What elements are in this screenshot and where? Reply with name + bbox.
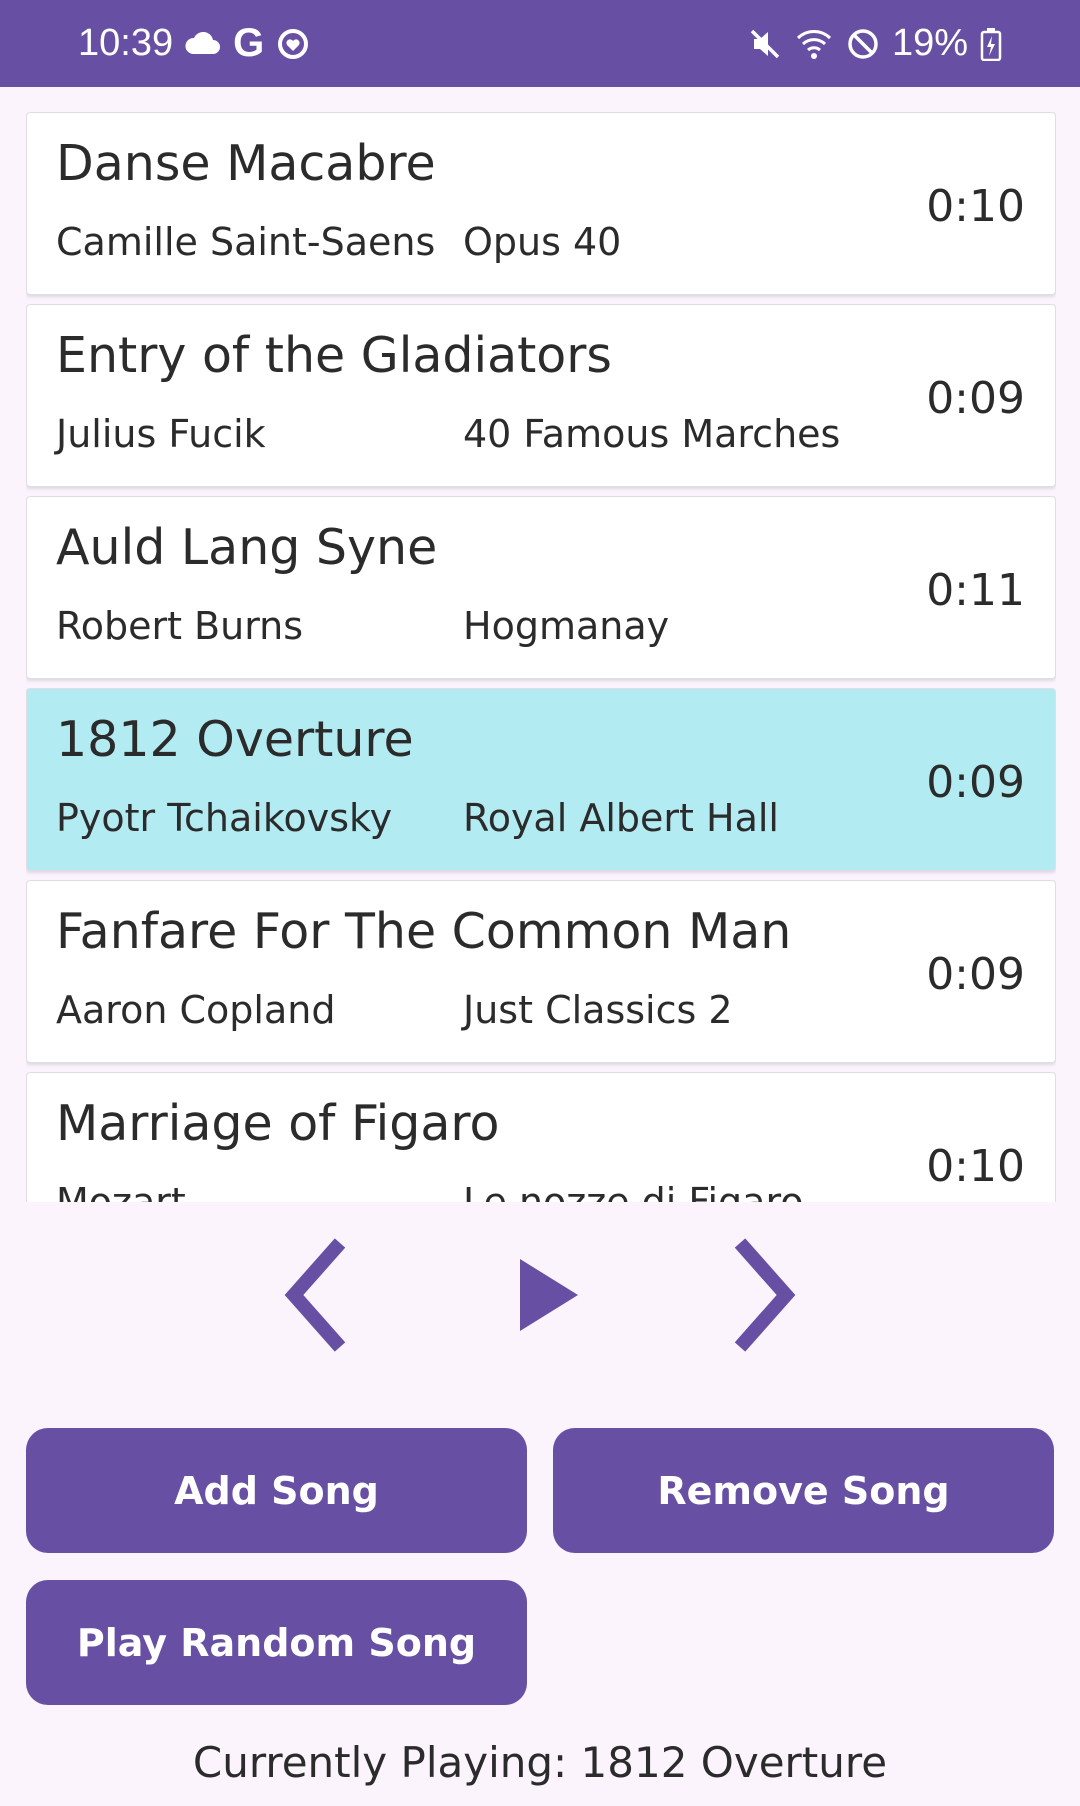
song-row[interactable]: Danse Macabre Camille Saint-Saens Opus 40 0…	[26, 112, 1056, 295]
song-album: Hogmanay	[463, 604, 670, 648]
battery-charging-icon	[980, 27, 1002, 61]
song-artist: Julius Fucik	[56, 412, 266, 456]
song-list[interactable]: Danse Macabre Camille Saint-Saens Opus 40 0…	[26, 112, 1056, 1202]
song-artist: Aaron Copland	[56, 988, 336, 1032]
song-title: Auld Lang Syne	[56, 519, 438, 576]
song-artist: Robert Burns	[56, 604, 304, 648]
song-row[interactable]: 1812 Overture Pyotr Tchaikovsky Royal Albe…	[26, 688, 1056, 871]
song-duration: 0:09	[926, 373, 1025, 424]
song-row[interactable]: Entry of the Gladiators Julius Fucik 40 Fa…	[26, 304, 1056, 487]
play-button[interactable]	[487, 1230, 607, 1360]
status-time: 10:39	[78, 22, 174, 64]
status-right: 19%	[748, 22, 1002, 65]
play-random-song-button[interactable]: Play Random Song	[26, 1580, 527, 1705]
song-duration: 0:10	[926, 1141, 1025, 1192]
song-artist: Camille Saint-Saens	[56, 220, 436, 264]
song-duration: 0:11	[926, 565, 1025, 616]
song-title: Marriage of Figaro	[56, 1095, 500, 1152]
do-not-disturb-icon	[846, 27, 880, 61]
song-row[interactable]: Fanfare For The Common Man Aaron Copland J…	[26, 880, 1056, 1063]
play-icon	[520, 1259, 578, 1331]
status-left: 10:39 G	[78, 21, 310, 66]
song-album: Opus 40	[463, 220, 622, 264]
chevron-left-icon	[284, 1238, 346, 1352]
song-album: 40 Famous Marches	[463, 412, 841, 456]
song-row[interactable]: Marriage of Figaro Mozart Le nozze di Figa…	[26, 1072, 1056, 1202]
battery-text: 19%	[891, 22, 968, 64]
mute-icon	[748, 27, 782, 61]
status-bar: 10:39 G 19%	[0, 0, 1080, 87]
song-row[interactable]: Auld Lang Syne Robert Burns Hogmanay 0:11	[26, 496, 1056, 679]
song-duration: 0:09	[926, 757, 1025, 808]
song-title: 1812 Overture	[56, 711, 414, 768]
chevron-right-icon	[734, 1238, 796, 1352]
song-duration: 0:10	[926, 181, 1025, 232]
player-controls	[0, 1230, 1080, 1360]
previous-button[interactable]	[260, 1230, 380, 1360]
song-artist: Pyotr Tchaikovsky	[56, 796, 393, 840]
song-album: Just Classics 2	[463, 988, 733, 1032]
cloud-icon	[185, 31, 221, 56]
song-duration: 0:09	[926, 949, 1025, 1000]
song-artist: Mozart	[56, 1180, 186, 1202]
song-title: Fanfare For The Common Man	[56, 903, 792, 960]
app-notification-icon	[276, 27, 310, 61]
next-button[interactable]	[700, 1230, 820, 1360]
song-album: Le nozze di Figaro	[463, 1180, 804, 1202]
remove-song-button[interactable]: Remove Song	[553, 1428, 1054, 1553]
wifi-icon	[794, 28, 834, 60]
song-title: Entry of the Gladiators	[56, 327, 612, 384]
google-icon: G	[233, 21, 265, 65]
song-album: Royal Albert Hall	[463, 796, 779, 840]
add-song-button[interactable]: Add Song	[26, 1428, 527, 1553]
currently-playing-label: Currently Playing: 1812 Overture	[192, 1738, 888, 1787]
song-title: Danse Macabre	[56, 135, 436, 192]
